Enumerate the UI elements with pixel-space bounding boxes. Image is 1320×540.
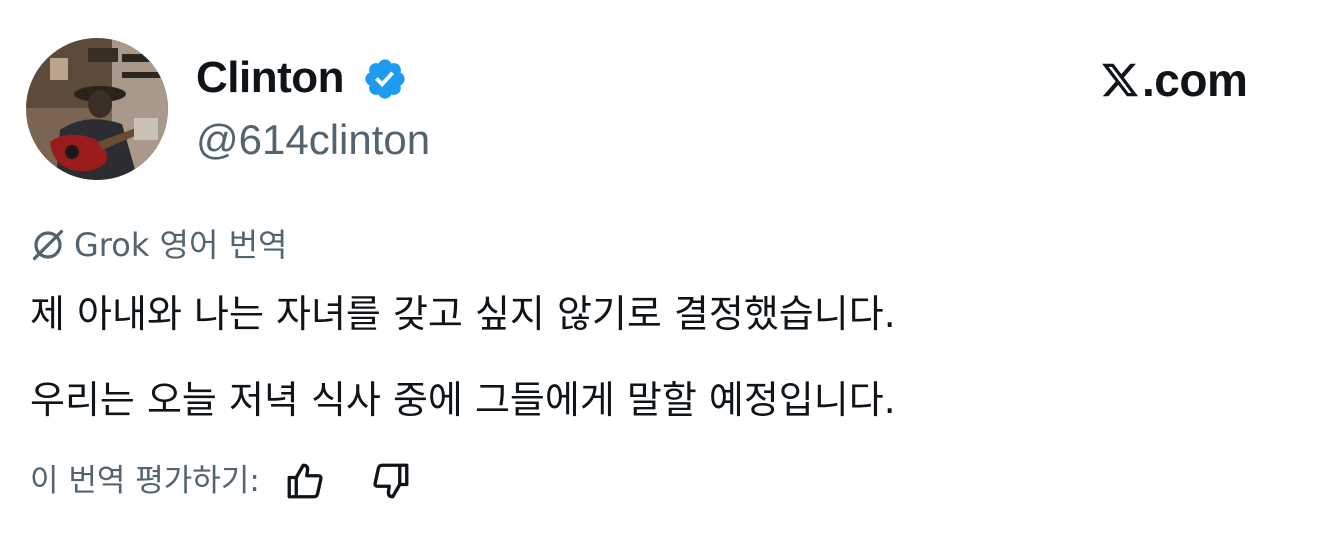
grok-icon bbox=[32, 229, 64, 261]
verified-badge-icon bbox=[362, 56, 408, 102]
thumbs-down-icon bbox=[373, 463, 409, 499]
author-handle[interactable]: @614clinton bbox=[196, 114, 430, 166]
x-com-brand: .com bbox=[1100, 52, 1248, 108]
x-com-text: .com bbox=[1142, 54, 1248, 106]
tweet-text-line-1: 제 아내와 나는 자녀를 갖고 싶지 않기로 결정했습니다. bbox=[30, 292, 896, 336]
tweet-text-line-2: 우리는 오늘 저녁 식사 중에 그들에게 말할 예정입니다. bbox=[30, 378, 896, 422]
thumbs-down-button[interactable] bbox=[368, 458, 414, 504]
thumbs-up-button[interactable] bbox=[282, 458, 328, 504]
avatar-photo bbox=[26, 38, 168, 180]
x-logo-icon bbox=[1102, 63, 1139, 97]
thumbs-up-icon bbox=[287, 463, 323, 499]
avatar[interactable] bbox=[26, 38, 168, 180]
rate-translation-label: 이 번역 평가하기: bbox=[30, 463, 260, 499]
grok-label-text: Grok 영어 번역 bbox=[74, 226, 288, 264]
grok-translation-label: Grok 영어 번역 bbox=[30, 222, 287, 268]
author-display-name[interactable]: Clinton bbox=[196, 52, 345, 104]
rate-translation-row: 이 번역 평가하기: bbox=[30, 456, 414, 506]
